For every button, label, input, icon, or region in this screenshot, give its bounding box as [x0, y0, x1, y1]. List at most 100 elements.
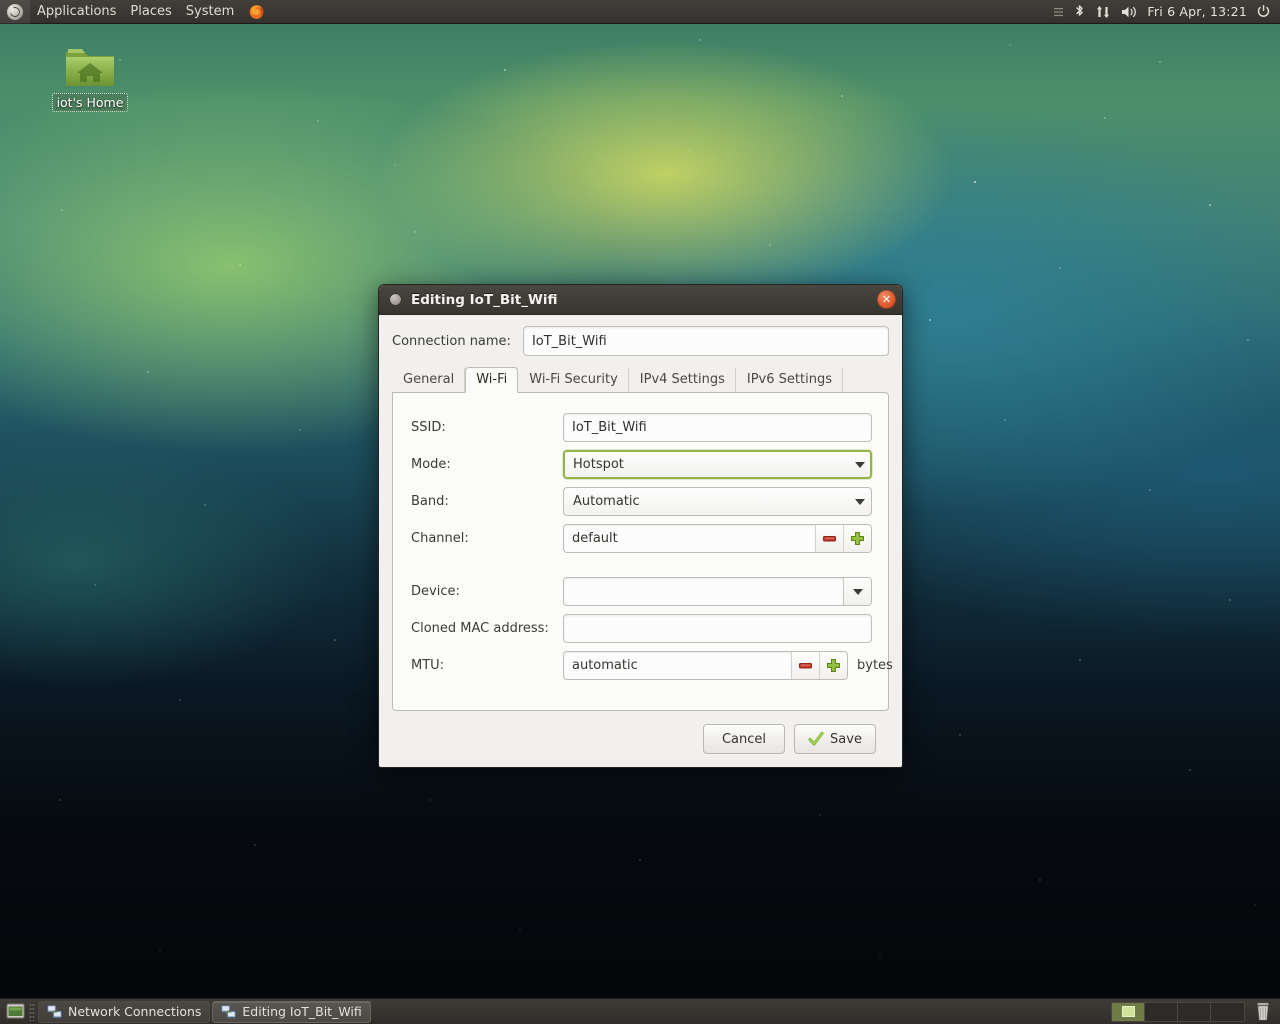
ubuntu-logo-icon [7, 4, 23, 20]
mtu-input[interactable]: automatic [564, 652, 791, 679]
show-desktop-icon [6, 1002, 25, 1021]
minus-icon [798, 658, 813, 673]
mode-value: Hotspot [573, 457, 624, 472]
desktop-icon-home[interactable]: iot's Home [50, 44, 130, 112]
save-button-label: Save [830, 732, 862, 747]
plus-icon [850, 531, 865, 546]
firefox-icon [248, 3, 265, 20]
cloned-mac-row: Cloned MAC address: [403, 610, 872, 647]
channel-value: default [572, 531, 618, 546]
mtu-units-label: bytes [857, 658, 893, 673]
ssid-row: SSID: IoT_Bit_Wifi [403, 409, 872, 446]
home-folder-icon [64, 44, 116, 90]
chevron-down-icon [855, 462, 865, 468]
workspace-3[interactable] [1178, 1003, 1211, 1021]
tab-ipv4-settings[interactable]: IPv4 Settings [629, 367, 736, 392]
device-input[interactable] [564, 578, 843, 605]
menu-system[interactable]: System [179, 0, 241, 24]
mode-combobox[interactable]: Hotspot [563, 450, 872, 479]
minus-icon [822, 531, 837, 546]
workspace-window-thumb [1122, 1006, 1135, 1017]
bluetooth-icon[interactable] [1073, 4, 1086, 20]
menu-applications-label: Applications [37, 4, 116, 19]
cancel-button[interactable]: Cancel [703, 724, 785, 754]
mtu-value: automatic [572, 658, 638, 673]
cloned-mac-input[interactable] [563, 614, 872, 643]
band-row: Band: Automatic [403, 483, 872, 520]
ssid-input[interactable]: IoT_Bit_Wifi [563, 413, 872, 442]
menu-places-label: Places [130, 4, 171, 19]
band-combobox[interactable]: Automatic [563, 487, 872, 516]
close-icon[interactable]: ✕ [877, 290, 896, 309]
volume-icon[interactable] [1120, 4, 1138, 20]
settings-notebook: General Wi-Fi Wi-Fi Security IPv4 Settin… [392, 367, 889, 711]
connection-name-input[interactable]: IoT_Bit_Wifi [523, 326, 889, 356]
mtu-increment-button[interactable] [819, 652, 847, 679]
window-menu-icon[interactable] [389, 293, 402, 306]
band-label: Band: [403, 494, 563, 509]
ssid-label: SSID: [403, 420, 563, 435]
mode-label: Mode: [403, 457, 563, 472]
show-desktop-button[interactable] [4, 1001, 26, 1023]
wifi-tab-page: SSID: IoT_Bit_Wifi Mode: Hotspot [392, 392, 889, 711]
connection-name-label: Connection name: [392, 334, 511, 349]
channel-decrement-button[interactable] [815, 525, 843, 552]
device-dropdown-button[interactable] [843, 578, 871, 605]
mtu-spinner[interactable]: automatic [563, 651, 848, 680]
channel-spinner[interactable]: default [563, 524, 872, 553]
network-updown-icon[interactable] [1095, 4, 1111, 20]
network-window-icon [47, 1004, 62, 1019]
mtu-label: MTU: [403, 658, 563, 673]
workspace-4[interactable] [1211, 1003, 1244, 1021]
desktop-icon-label: iot's Home [52, 93, 129, 112]
network-window-icon [221, 1004, 236, 1019]
workspace-1[interactable] [1112, 1003, 1145, 1021]
chevron-down-icon [855, 499, 865, 505]
mtu-row: MTU: automatic [403, 647, 872, 684]
task-editing-iot-bit-wifi[interactable]: Editing IoT_Bit_Wifi [212, 1001, 370, 1023]
system-tray: Fri 6 Apr, 13:21 [1053, 4, 1280, 20]
connection-name-value: IoT_Bit_Wifi [532, 334, 607, 349]
firefox-launcher[interactable] [241, 0, 272, 24]
dialog-titlebar[interactable]: Editing IoT_Bit_Wifi ✕ [379, 285, 902, 315]
chevron-down-icon [853, 589, 863, 595]
tab-general[interactable]: General [392, 367, 465, 392]
band-value: Automatic [573, 494, 640, 509]
tab-list: General Wi-Fi Wi-Fi Security IPv4 Settin… [392, 367, 889, 392]
cloned-mac-label: Cloned MAC address: [403, 621, 563, 636]
task-label: Editing IoT_Bit_Wifi [242, 1004, 361, 1019]
tab-ipv6-settings[interactable]: IPv6 Settings [736, 367, 843, 392]
taskbar-grip[interactable] [29, 1003, 35, 1021]
ubuntu-logo-button[interactable] [0, 0, 30, 24]
device-row: Device: [403, 573, 872, 610]
clock[interactable]: Fri 6 Apr, 13:21 [1147, 4, 1247, 19]
workspace-switcher [1111, 1002, 1245, 1022]
tab-wifi-security[interactable]: Wi-Fi Security [518, 367, 629, 392]
channel-increment-button[interactable] [843, 525, 871, 552]
connection-name-row: Connection name: IoT_Bit_Wifi [392, 326, 889, 356]
device-label: Device: [403, 584, 563, 599]
task-network-connections[interactable]: Network Connections [38, 1001, 210, 1023]
indicator-menu-icon[interactable] [1053, 5, 1064, 19]
channel-row: Channel: default [403, 520, 872, 557]
workspace-2[interactable] [1145, 1003, 1178, 1021]
mtu-decrement-button[interactable] [791, 652, 819, 679]
plus-icon [826, 658, 841, 673]
dialog-title: Editing IoT_Bit_Wifi [411, 292, 557, 308]
menu-system-label: System [186, 4, 234, 19]
menu-places[interactable]: Places [123, 0, 178, 24]
tab-wifi[interactable]: Wi-Fi [465, 367, 518, 393]
power-icon[interactable] [1256, 4, 1271, 19]
menu-applications[interactable]: Applications [30, 0, 123, 24]
channel-input[interactable]: default [564, 525, 815, 552]
checkmark-icon [808, 731, 824, 747]
top-panel: Applications Places System [0, 0, 1280, 24]
save-button[interactable]: Save [794, 724, 876, 754]
mode-row: Mode: Hotspot [403, 446, 872, 483]
trash-button[interactable] [1252, 1001, 1274, 1023]
ssid-value: IoT_Bit_Wifi [572, 420, 647, 435]
trash-icon [1254, 1002, 1272, 1021]
bottom-panel: Network Connections Editing IoT_Bit_Wifi [0, 998, 1280, 1024]
device-combobox[interactable] [563, 577, 872, 606]
editing-connection-dialog: Editing IoT_Bit_Wifi ✕ Connection name: … [378, 284, 903, 768]
